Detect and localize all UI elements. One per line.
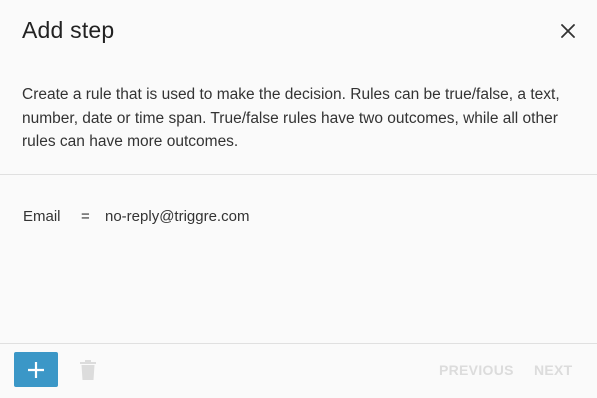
plus-icon [28,361,44,378]
dialog-title: Add step [22,17,115,43]
next-button[interactable]: NEXT [534,362,573,378]
divider [0,174,597,175]
previous-button[interactable]: PREVIOUS [439,362,514,378]
rule-operator: = [81,208,90,225]
add-rule-button[interactable] [14,352,58,387]
rule-row[interactable]: Email = no-reply@triggre.com [23,208,249,225]
add-step-dialog: Add step Create a rule that is used to m… [0,0,597,398]
delete-rule-button[interactable] [76,357,100,383]
rule-value: no-reply@triggre.com [105,208,250,225]
rule-field: Email [23,208,61,225]
close-icon [561,24,575,38]
close-button[interactable] [554,17,582,45]
divider [0,343,597,344]
trash-icon [80,360,96,380]
dialog-description: Create a rule that is used to make the d… [22,86,560,150]
